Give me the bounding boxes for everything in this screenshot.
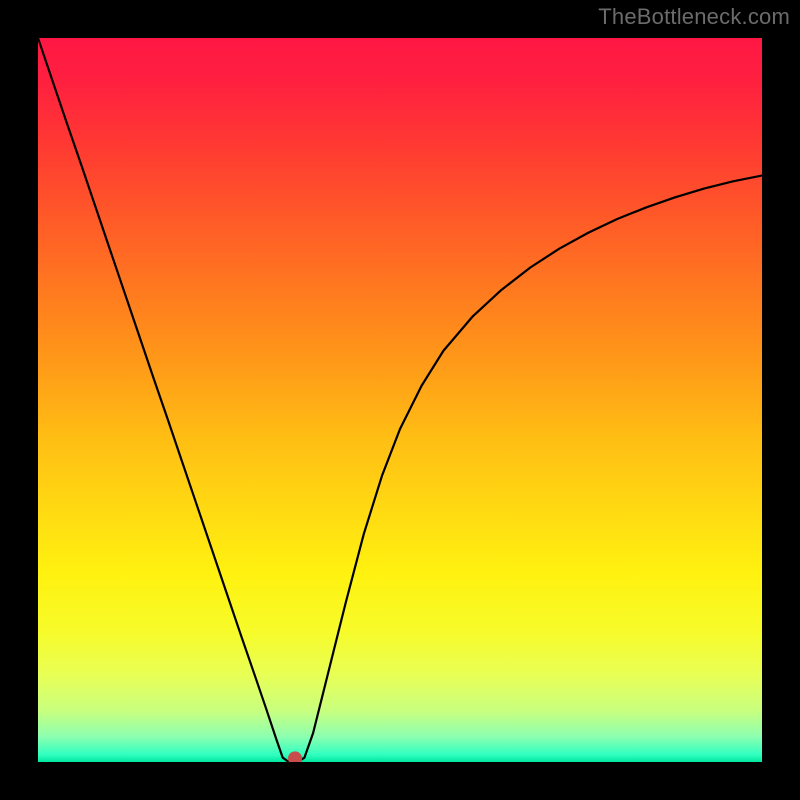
gradient-background [38,38,762,762]
attribution-text: TheBottleneck.com [598,4,790,30]
chart-frame [38,38,762,762]
bottleneck-chart [38,38,762,762]
